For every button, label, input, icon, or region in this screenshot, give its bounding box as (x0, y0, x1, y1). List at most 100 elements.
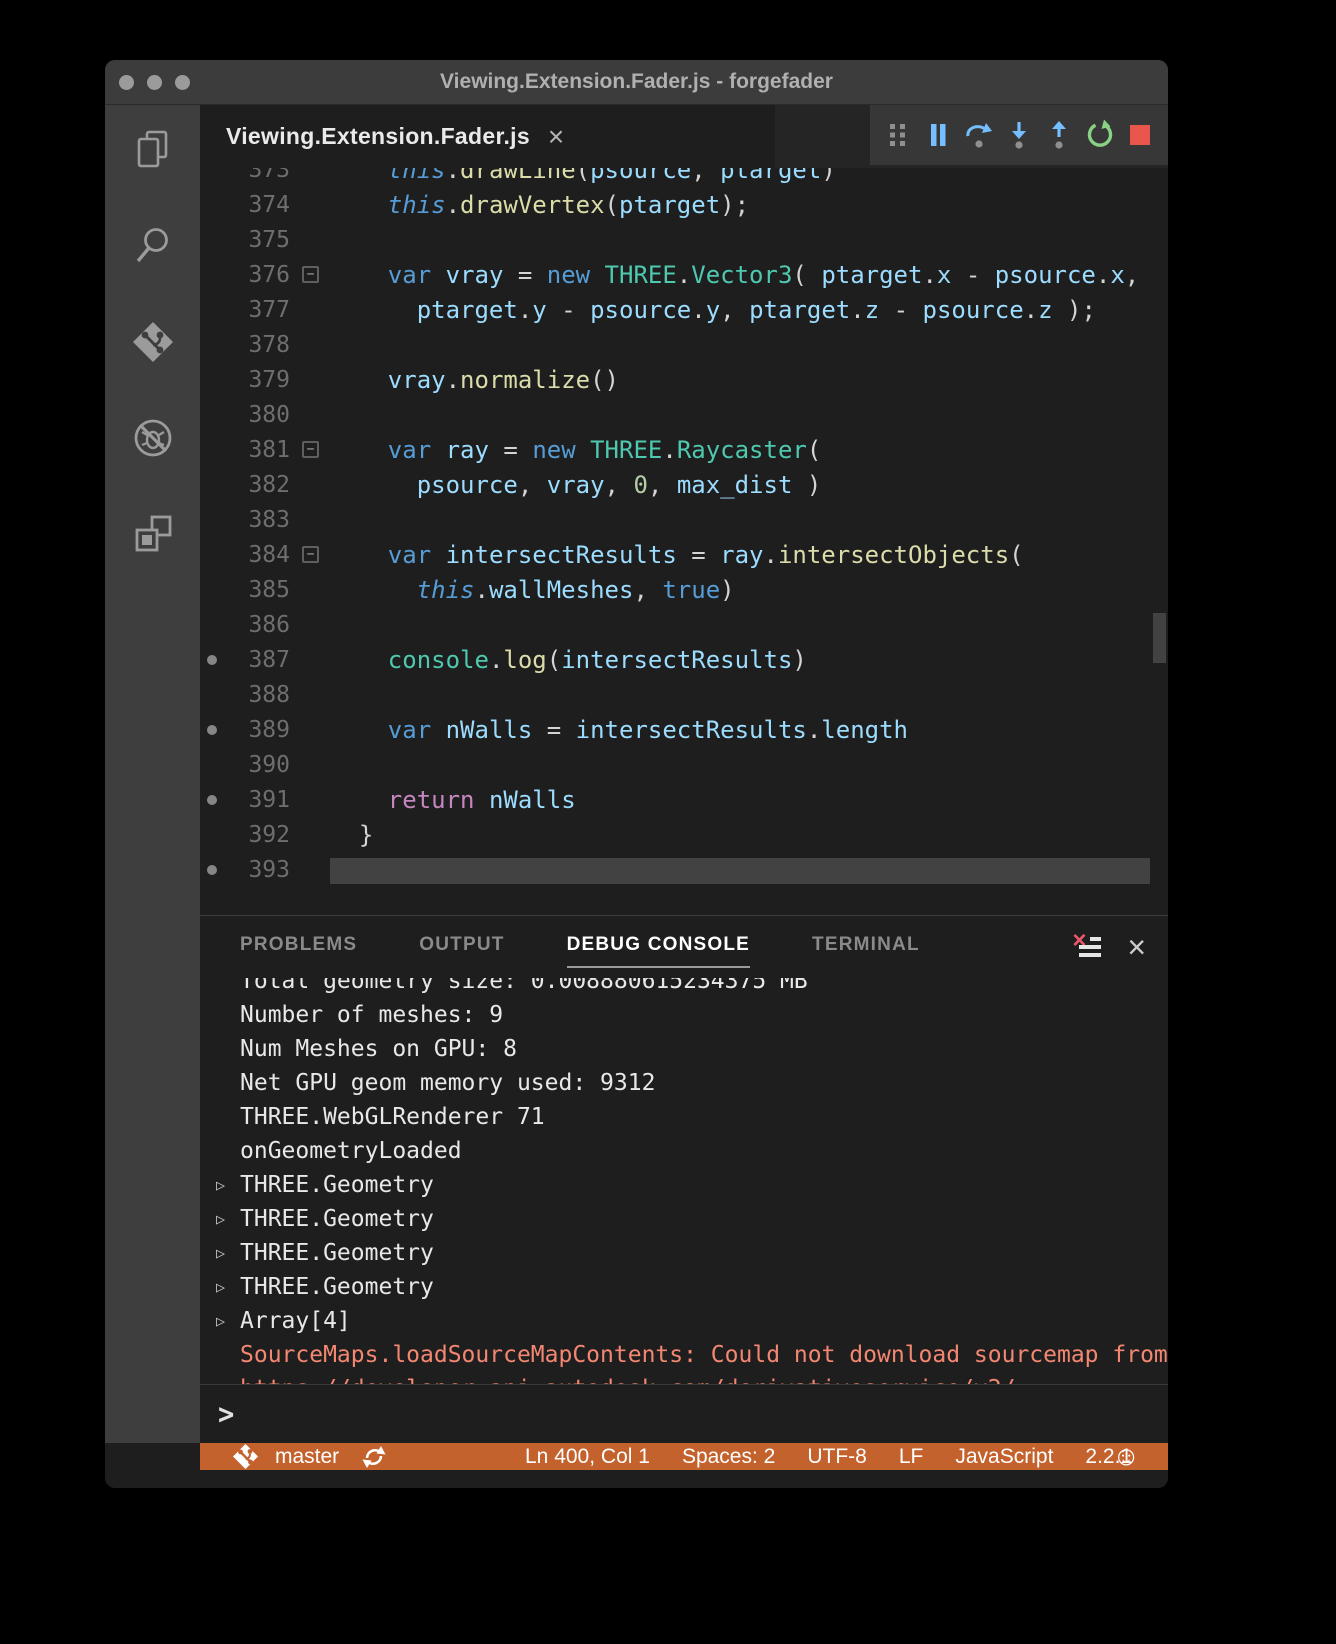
line-gutter: 375 (200, 222, 330, 257)
fold-margin[interactable]: − (302, 546, 330, 563)
expand-icon[interactable]: ▷ (216, 1304, 225, 1338)
minimize-window-button[interactable] (147, 75, 162, 90)
panel-tab-problems[interactable]: PROBLEMS (240, 934, 357, 960)
line-number: 390 (248, 751, 290, 778)
code-line: 387 console.log(intersectResults) (200, 642, 1168, 677)
close-window-button[interactable] (119, 75, 134, 90)
code-line: 388 (200, 677, 1168, 712)
cursor-position[interactable]: Ln 400, Col 1 (525, 1445, 650, 1469)
encoding-setting[interactable]: UTF-8 (807, 1445, 867, 1469)
pause-button[interactable] (921, 118, 955, 152)
line-gutter: 386 (200, 607, 330, 642)
debug-console[interactable]: Total geometry size: 0.008880615234375 M… (200, 978, 1168, 1384)
breakpoint-margin[interactable] (200, 794, 230, 805)
editor-tab-bar: Viewing.Extension.Fader.js × (200, 105, 1168, 168)
code-text: var ray = new THREE.Raycaster( (387, 435, 822, 464)
fold-margin[interactable]: − (302, 266, 330, 283)
console-line[interactable]: ▷ THREE.Geometry (200, 1202, 1168, 1236)
console-line: SourceMaps.loadSourceMapContents: Could … (240, 1342, 1168, 1368)
panel-tab-terminal[interactable]: TERMINAL (812, 934, 920, 960)
explorer-icon[interactable] (130, 127, 176, 173)
toolbar-drag-grip[interactable] (881, 118, 915, 152)
line-number: 375 (248, 226, 290, 253)
console-line: Net GPU geom memory used: 9312 (240, 1070, 656, 1096)
code-line: 380 (200, 397, 1168, 432)
panel-tab-output[interactable]: OUTPUT (419, 934, 504, 960)
status-center-items: Ln 400, Col 1 Spaces: 2 UTF-8 LF JavaScript 2… (525, 1445, 1132, 1469)
line-gutter: 388 (200, 677, 330, 712)
zoom-window-button[interactable] (175, 75, 190, 90)
extensions-icon[interactable] (130, 511, 176, 557)
fold-collapse-icon[interactable]: − (302, 266, 319, 283)
source-control-icon[interactable] (130, 319, 176, 365)
breakpoint-indicator[interactable] (207, 724, 217, 735)
breakpoint-indicator[interactable] (207, 864, 217, 875)
code-text: var intersectResults = ray.intersectObje… (387, 540, 1024, 569)
horizontal-scrollbar[interactable] (330, 858, 1150, 884)
search-icon[interactable] (130, 223, 176, 269)
panel-tab-bar: PROBLEMS OUTPUT DEBUG CONSOLE TERMINAL × × (200, 916, 1168, 978)
code-text: return nWalls (387, 785, 576, 814)
step-out-button[interactable] (1042, 118, 1076, 152)
code-text: var nWalls = intersectResults.length (387, 715, 908, 744)
console-line[interactable]: ▷ THREE.Geometry (200, 1168, 1168, 1202)
code-line: 381− var ray = new THREE.Raycaster( (200, 432, 1168, 467)
expand-icon[interactable]: ▷ (216, 1236, 225, 1270)
code-text: psource, vray, 0, max_dist ) (416, 470, 822, 499)
step-into-button[interactable] (1002, 118, 1036, 152)
panel-tab-debug-console[interactable]: DEBUG CONSOLE (566, 934, 751, 968)
line-number: 373 (248, 168, 290, 183)
fold-collapse-icon[interactable]: − (302, 546, 319, 563)
expand-icon[interactable]: ▷ (216, 1270, 225, 1304)
fold-margin[interactable]: − (302, 441, 330, 458)
code-text: console.log(intersectResults) (387, 645, 807, 674)
git-branch-label[interactable]: master (275, 1445, 339, 1469)
code-line: 382 psource, vray, 0, max_dist ) (200, 467, 1168, 502)
panel-close-icon[interactable]: × (1127, 931, 1146, 963)
console-prompt-row[interactable]: > (200, 1384, 1168, 1443)
vscode-window: Viewing.Extension.Fader.js - forgefader (105, 60, 1168, 1488)
breakpoint-margin[interactable] (200, 864, 230, 875)
debug-disabled-icon[interactable] (130, 415, 176, 461)
restart-button[interactable] (1083, 118, 1117, 152)
console-line: Number of meshes: 9 (240, 1002, 504, 1028)
sync-icon[interactable] (361, 1444, 387, 1470)
breakpoint-margin[interactable] (200, 724, 230, 735)
line-number: 392 (248, 821, 290, 848)
step-over-button[interactable] (962, 118, 996, 152)
code-editor[interactable]: 373 this.drawLine(psource, ptarget) 374 thi… (200, 168, 1168, 915)
vertical-scrollbar[interactable] (1153, 613, 1166, 663)
line-number: 384 (248, 541, 290, 568)
line-gutter: 374 (200, 187, 330, 222)
language-mode[interactable]: JavaScript (955, 1445, 1053, 1469)
console-line[interactable]: ▷ THREE.Geometry (200, 1270, 1168, 1304)
line-gutter: 390 (200, 747, 330, 782)
stop-button[interactable] (1123, 118, 1157, 152)
indentation-setting[interactable]: Spaces: 2 (682, 1445, 775, 1469)
line-number: 378 (248, 331, 290, 358)
console-line[interactable]: ▷ Array[4] (200, 1304, 1168, 1338)
code-text: ptarget.y - psource.y, ptarget.z - psour… (416, 295, 1096, 324)
breakpoint-margin[interactable] (200, 654, 230, 665)
code-line: 383 (200, 502, 1168, 537)
fold-collapse-icon[interactable]: − (302, 441, 319, 458)
git-branch-icon[interactable] (232, 1443, 259, 1470)
line-number: 379 (248, 366, 290, 393)
code-line: 385 this.wallMeshes, true) (200, 572, 1168, 607)
line-number: 381 (248, 436, 290, 463)
line-gutter: 392 (200, 817, 330, 852)
line-gutter: 383 (200, 502, 330, 537)
eol-setting[interactable]: LF (899, 1445, 924, 1469)
code-line: 379 vray.normalize() (200, 362, 1168, 397)
line-gutter: 380 (200, 397, 330, 432)
tab-close-icon[interactable]: × (548, 122, 564, 151)
breakpoint-indicator[interactable] (207, 654, 217, 665)
expand-icon[interactable]: ▷ (216, 1202, 225, 1236)
feedback-smiley-icon[interactable]: ☺ (1112, 1443, 1140, 1470)
breakpoint-indicator[interactable] (207, 794, 217, 805)
expand-icon[interactable]: ▷ (216, 1168, 225, 1202)
console-line[interactable]: ▷ THREE.Geometry (200, 1236, 1168, 1270)
code-line: 378 (200, 327, 1168, 362)
tab-viewing-extension-fader[interactable]: Viewing.Extension.Fader.js × (200, 105, 775, 168)
clear-console-icon[interactable]: × (1072, 927, 1102, 960)
